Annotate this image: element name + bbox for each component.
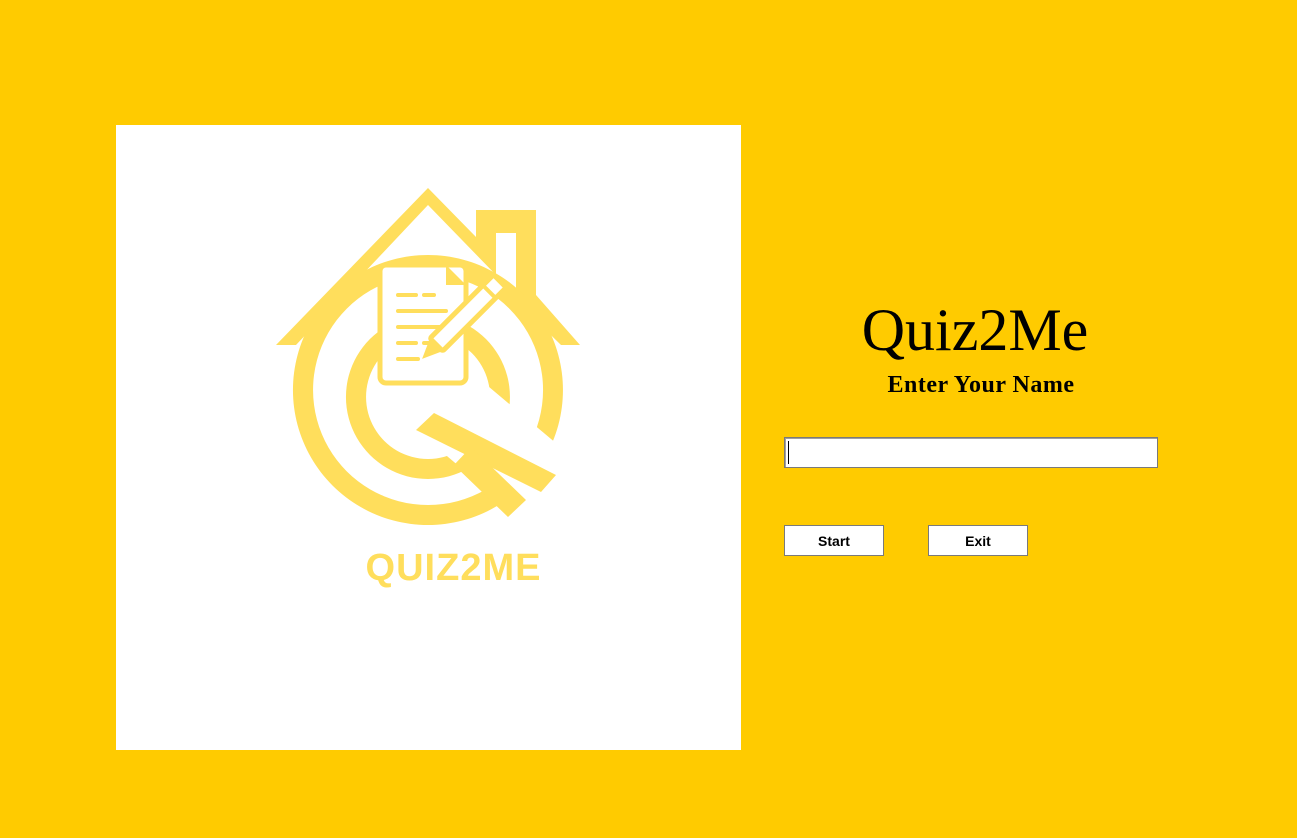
app-title: Quiz2Me [861, 297, 1089, 363]
start-button[interactable]: Start [784, 525, 884, 556]
logo-panel: QUIZ2ME [116, 125, 741, 750]
exit-button[interactable]: Exit [928, 525, 1028, 556]
logo-wordmark: QUIZ2ME [365, 547, 542, 589]
text-caret [788, 441, 789, 464]
name-prompt-label: Enter Your Name [887, 372, 1075, 398]
name-input[interactable] [784, 437, 1158, 468]
quiz-house-q-icon [276, 188, 580, 525]
